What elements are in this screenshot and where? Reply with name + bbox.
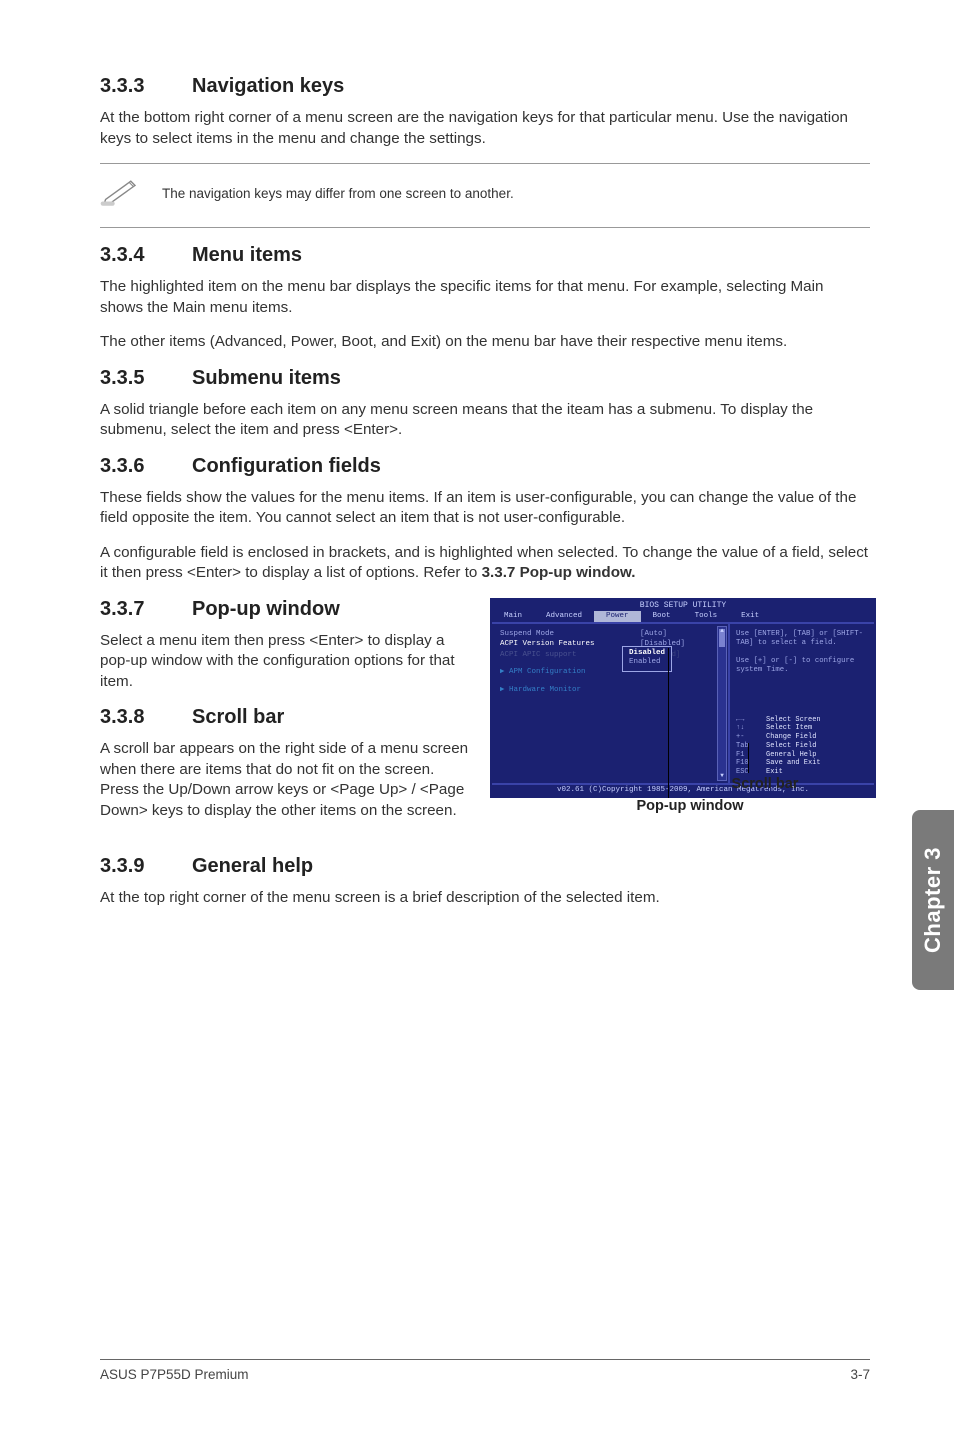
bios-tab-advanced[interactable]: Advanced	[534, 611, 594, 622]
bios-popup[interactable]: Disabled Enabled	[622, 646, 672, 672]
note-divider-bottom	[100, 227, 870, 228]
heading-337: 3.3.7Pop-up window	[100, 598, 470, 621]
bios-figure: BIOS SETUP UTILITY Main Advanced Power B…	[490, 598, 880, 799]
heading-338: 3.3.8Scroll bar	[100, 706, 470, 729]
para-334-2: The other items (Advanced, Power, Boot, …	[100, 332, 870, 353]
bios-tab-main[interactable]: Main	[492, 611, 534, 622]
scroll-up-icon[interactable]: ▲	[718, 627, 726, 635]
bios-tab-power[interactable]: Power	[594, 611, 641, 622]
bios-popup-option[interactable]: Enabled	[629, 658, 665, 667]
chapter-side-tab-label: Chapter 3	[920, 847, 946, 953]
para-338-1: A scroll bar appears on the right side o…	[100, 739, 470, 821]
bios-scrollbar[interactable]: ▲ ▼	[717, 626, 727, 781]
bios-tab-boot[interactable]: Boot	[641, 611, 683, 622]
bios-tabbar: Main Advanced Power Boot Tools Exit	[492, 611, 874, 622]
para-333-1: At the bottom right corner of a menu scr…	[100, 108, 870, 149]
bios-title: BIOS SETUP UTILITY	[492, 600, 874, 611]
bios-tab-tools[interactable]: Tools	[683, 611, 730, 622]
bios-tab-exit[interactable]: Exit	[729, 611, 771, 622]
heading-title: Navigation keys	[192, 75, 344, 97]
para-335-1: A solid triangle before each item on any…	[100, 400, 870, 441]
note-text: The navigation keys may differ from one …	[162, 186, 514, 201]
footer-right: 3-7	[850, 1367, 870, 1382]
heading-333: 3.3.3Navigation keys	[100, 75, 870, 98]
pencil-note-icon	[100, 176, 142, 211]
heading-334: 3.3.4Menu items	[100, 244, 870, 267]
figure-label-scrollbar: Scroll bar	[715, 776, 815, 792]
note-divider-top	[100, 163, 870, 164]
bios-item[interactable]: ACPI Version Features[Disabled]	[500, 640, 724, 649]
bios-item[interactable]: Suspend Mode[Auto]	[500, 630, 724, 639]
bios-right-pane: Use [ENTER], [TAB] or [SHIFT-TAB] to sel…	[730, 624, 874, 783]
heading-336: 3.3.6Configuration fields	[100, 455, 870, 478]
bios-submenu-item[interactable]: Hardware Monitor	[500, 686, 724, 695]
chapter-side-tab: Chapter 3	[912, 810, 954, 990]
para-339-1: At the top right corner of the menu scre…	[100, 888, 870, 909]
figure-label-popup: Pop-up window	[610, 798, 770, 814]
para-337-1: Select a menu item then press <Enter> to…	[100, 631, 470, 693]
heading-335: 3.3.5Submenu items	[100, 367, 870, 390]
bios-submenu-item[interactable]: APM Configuration	[500, 668, 724, 677]
heading-339: 3.3.9General help	[100, 855, 870, 878]
bios-footer: v02.61 (C)Copyright 1985-2009, American …	[492, 783, 874, 796]
para-336-1: These fields show the values for the men…	[100, 488, 870, 529]
leader-line	[748, 743, 749, 773]
bios-help-text: Use [ENTER], [TAB] or [SHIFT-TAB] to sel…	[736, 630, 868, 676]
bios-nav-keys: ←→Select Screen ↑↓Select Item +-Change F…	[736, 716, 868, 777]
page-footer: ASUS P7P55D Premium 3-7	[100, 1367, 870, 1382]
footer-left: ASUS P7P55D Premium	[100, 1367, 249, 1382]
bios-popup-option[interactable]: Disabled	[629, 649, 665, 658]
para-336-2: A configurable field is enclosed in brac…	[100, 543, 870, 584]
bios-left-pane: Suspend Mode[Auto] ACPI Version Features…	[492, 624, 730, 783]
note-row: The navigation keys may differ from one …	[100, 170, 870, 221]
footer-rule	[100, 1359, 870, 1360]
bios-window: BIOS SETUP UTILITY Main Advanced Power B…	[490, 598, 876, 799]
heading-num: 3.3.3	[100, 75, 192, 98]
para-334-1: The highlighted item on the menu bar dis…	[100, 277, 870, 318]
leader-line	[668, 648, 669, 798]
bios-item[interactable]: ACPI APIC support[Enabled]	[500, 651, 724, 660]
